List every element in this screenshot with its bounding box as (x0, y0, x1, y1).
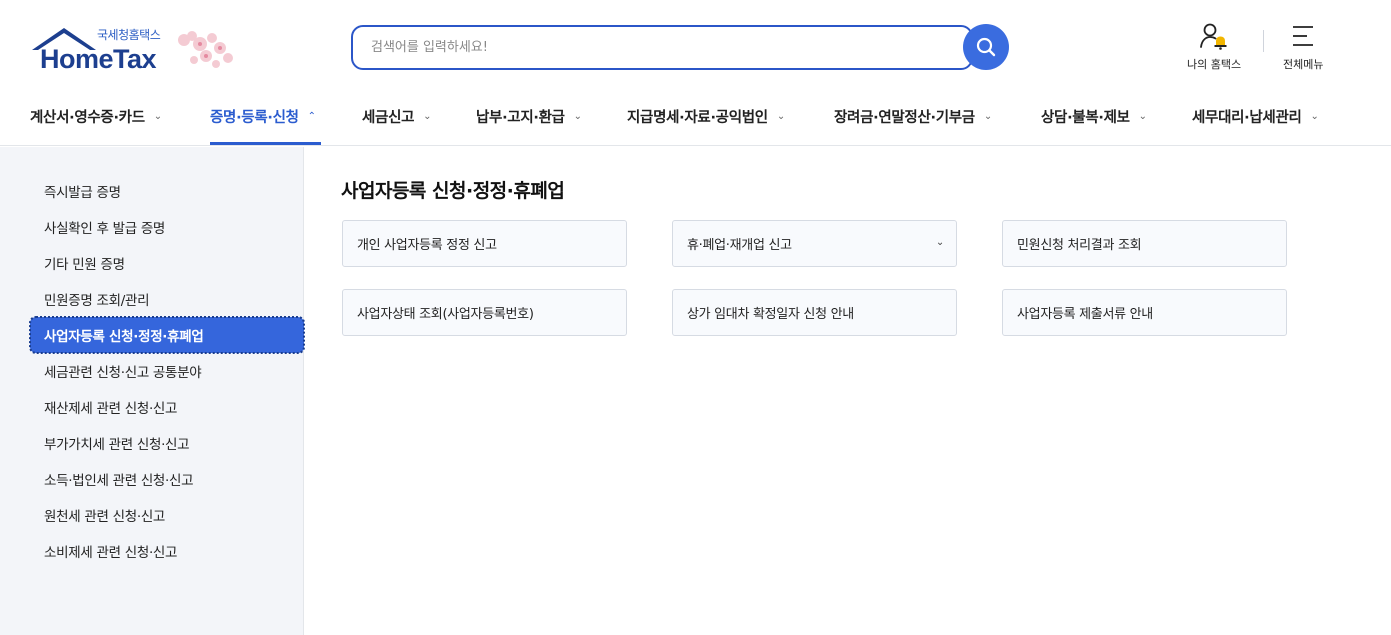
my-hometax-label: 나의 홈택스 (1187, 58, 1242, 71)
chevron-down-icon: ⌄ (935, 237, 944, 248)
gnb-item-label: 계산서·영수증·카드 (30, 110, 145, 126)
gnb-item-label: 세금신고 (362, 110, 415, 126)
gnb-item-payment[interactable]: 납부·고지·환급 ⌄ (476, 88, 582, 145)
sidebar-item-income-corp-tax[interactable]: 소득·법인세 관련 신청·신고 (44, 469, 194, 489)
card-label: 사업자등록 제출서류 안내 (1017, 307, 1153, 322)
card-personal-registration-correction[interactable]: 개인 사업자등록 정정 신고 (342, 220, 627, 267)
sidebar-item-common-filing[interactable]: 세금관련 신청·신고 공통분야 (44, 361, 202, 381)
search-input[interactable] (353, 27, 971, 68)
utility-divider (1263, 30, 1264, 52)
chevron-down-icon: ⌄ (776, 111, 785, 122)
chevron-down-icon: ⌄ (1138, 111, 1147, 122)
sidebar-item-vat[interactable]: 부가가치세 관련 신청·신고 (44, 433, 190, 453)
sidebar-item-cert-manage[interactable]: 민원증명 조회/관리 (44, 289, 150, 309)
gnb-item-label: 납부·고지·환급 (476, 110, 565, 126)
user-bell-icon (1200, 23, 1227, 50)
chevron-down-icon: ⌄ (1310, 111, 1319, 122)
sidebar-item-withholding-tax[interactable]: 원천세 관련 신청·신고 (44, 505, 165, 525)
hometax-logo[interactable]: 국세청홈택스 HomeTax (30, 24, 245, 76)
sidebar-item-other-cert[interactable]: 기타 민원 증명 (44, 253, 125, 273)
blossom-decoration-icon (178, 31, 233, 68)
gnb-item-tax-agent[interactable]: 세무대리·납세관리 ⌄ (1192, 88, 1319, 145)
all-menu-label: 전체메뉴 (1283, 58, 1324, 71)
chevron-down-icon: ⌄ (423, 111, 432, 122)
sidebar-item-instant-cert[interactable]: 즉시발급 증명 (44, 181, 121, 201)
sidebar-item-business-registration[interactable]: 사업자등록 신청·정정·휴폐업 (29, 316, 305, 354)
page-title: 사업자등록 신청·정정·휴폐업 (341, 180, 565, 202)
search-button[interactable] (963, 24, 1009, 70)
gnb-item-consultation[interactable]: 상담·불복·제보 ⌄ (1041, 88, 1147, 145)
my-hometax-button[interactable]: 나의 홈택스 (1187, 22, 1241, 72)
gnb-item-label: 세무대리·납세관리 (1192, 110, 1302, 126)
sidebar-item-consumption-tax[interactable]: 소비제세 관련 신청·신고 (44, 541, 177, 561)
all-menu-button[interactable]: 전체메뉴 (1283, 22, 1323, 72)
gnb-item-label: 상담·불복·제보 (1041, 110, 1130, 126)
card-label: 민원신청 처리결과 조회 (1017, 238, 1142, 253)
card-label: 휴·폐업·재개업 신고 (687, 238, 792, 253)
global-nav: 계산서·영수증·카드 ⌄ 증명·등록·신청 ⌃ 세금신고 ⌄ 납부·고지·환급 ⌄ 지급… (0, 88, 1391, 146)
gnb-item-tax-filing[interactable]: 세금신고 ⌄ (362, 88, 432, 145)
gnb-item-label: 장려금·연말정산·기부금 (834, 110, 975, 126)
chevron-down-icon: ⌄ (573, 111, 582, 122)
card-business-status-lookup[interactable]: 사업자상태 조회(사업자등록번호) (342, 289, 627, 336)
logo-big-text: HomeTax (40, 44, 157, 74)
gnb-item-certificates[interactable]: 증명·등록·신청 ⌃ (210, 88, 316, 145)
logo-small-text: 국세청홈택스 (97, 28, 161, 42)
search-bar (351, 25, 973, 70)
card-label: 상가 임대차 확정일자 신청 안내 (687, 307, 854, 322)
card-closure-reopen[interactable]: 휴·폐업·재개업 신고 ⌄ (672, 220, 957, 267)
card-lease-fixed-date[interactable]: 상가 임대차 확정일자 신청 안내 (672, 289, 957, 336)
card-label: 개인 사업자등록 정정 신고 (357, 238, 497, 253)
chevron-down-icon: ⌄ (983, 111, 992, 122)
sidebar-item-property-tax[interactable]: 재산제세 관련 신청·신고 (44, 397, 177, 417)
gnb-item-incentives[interactable]: 장려금·연말정산·기부금 ⌄ (834, 88, 992, 145)
sidebar-item-verified-cert[interactable]: 사실확인 후 발급 증명 (44, 217, 165, 237)
card-label: 사업자상태 조회(사업자등록번호) (357, 307, 534, 322)
card-application-result[interactable]: 민원신청 처리결과 조회 (1002, 220, 1287, 267)
chevron-down-icon: ⌄ (153, 111, 162, 122)
search-icon (976, 37, 996, 57)
chevron-up-icon: ⌃ (307, 111, 316, 122)
card-required-documents[interactable]: 사업자등록 제출서류 안내 (1002, 289, 1287, 336)
gnb-item-statements[interactable]: 지급명세·자료·공익법인 ⌄ (627, 88, 785, 145)
gnb-item-label: 증명·등록·신청 (210, 110, 299, 126)
gnb-item-label: 지급명세·자료·공익법인 (627, 110, 768, 126)
gnb-item-receipts[interactable]: 계산서·영수증·카드 ⌄ (30, 88, 162, 145)
hamburger-menu-icon (1293, 26, 1314, 46)
sidebar: 즉시발급 증명 사실확인 후 발급 증명 기타 민원 증명 민원증명 조회/관리… (0, 147, 305, 635)
gnb-active-indicator (210, 142, 321, 145)
